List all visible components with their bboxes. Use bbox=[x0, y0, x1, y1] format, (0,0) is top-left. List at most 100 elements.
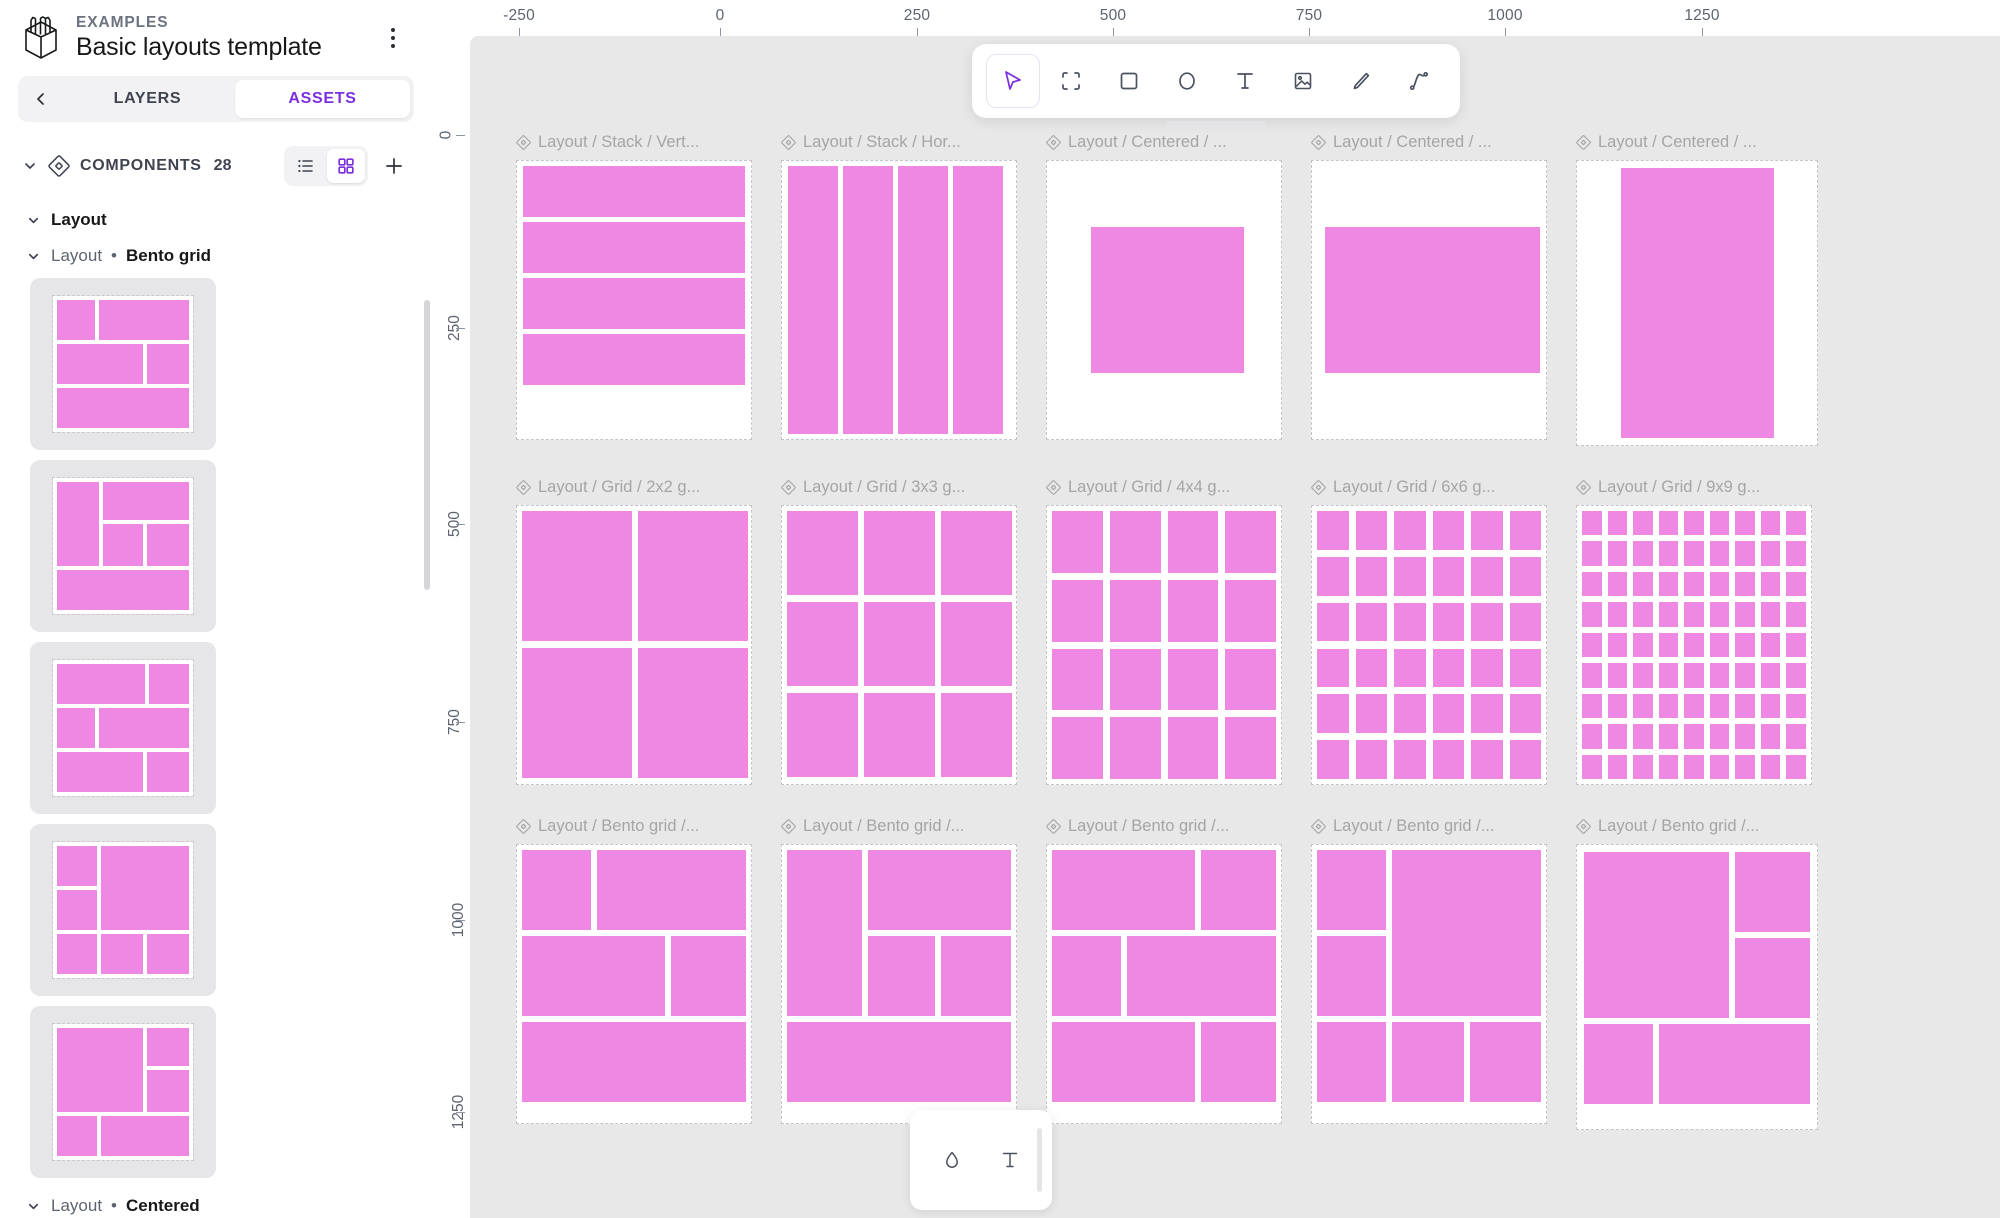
component-diamond-icon bbox=[1046, 134, 1061, 150]
move-tool[interactable] bbox=[986, 54, 1040, 108]
grid-cell bbox=[1709, 602, 1730, 627]
board-label-text: Layout / Bento grid /... bbox=[1333, 816, 1495, 835]
board-centered-square[interactable] bbox=[1046, 160, 1282, 440]
board-grid-4x4[interactable] bbox=[1046, 505, 1282, 785]
board-label-text: Layout / Grid / 2x2 g... bbox=[538, 477, 701, 496]
grid-cell bbox=[1582, 632, 1602, 658]
board-stack-horizontal[interactable] bbox=[781, 160, 1017, 440]
grid-cell bbox=[1509, 602, 1541, 642]
asset-group-layout[interactable]: Layout bbox=[0, 202, 432, 238]
board-bento-c[interactable] bbox=[1046, 844, 1282, 1124]
board-centered-tall[interactable] bbox=[1576, 160, 1818, 446]
asset-thumb-bento-grid-1[interactable] bbox=[30, 278, 216, 450]
tab-assets[interactable]: ASSETS bbox=[235, 80, 410, 118]
board-label-centered-tall[interactable]: Layout / Centered / ... bbox=[1576, 128, 1812, 156]
board-label-bento-c[interactable]: Layout / Bento grid /... bbox=[1046, 812, 1282, 840]
ellipse-tool[interactable] bbox=[1160, 54, 1214, 108]
text-tool[interactable] bbox=[1218, 54, 1272, 108]
color-droplet-icon[interactable] bbox=[940, 1148, 964, 1172]
board-label-grid-4x4[interactable]: Layout / Grid / 4x4 g... bbox=[1046, 473, 1282, 501]
file-header: EXAMPLES Basic layouts template bbox=[0, 0, 432, 72]
collapse-sidebar-button[interactable] bbox=[22, 80, 60, 118]
grid-cell bbox=[1582, 663, 1602, 688]
grid-cell bbox=[1709, 693, 1730, 719]
thumb-preview bbox=[52, 841, 194, 979]
canvas-viewport[interactable]: Layout / Stack / Vert... Layout / Stack … bbox=[470, 36, 2000, 1218]
grid-cell bbox=[1709, 511, 1730, 536]
chevron-down-icon[interactable] bbox=[22, 158, 38, 174]
board-label-centered-wide[interactable]: Layout / Centered / ... bbox=[1311, 128, 1547, 156]
board-label-centered-square[interactable]: Layout / Centered / ... bbox=[1046, 128, 1282, 156]
board-label-bento-d[interactable]: Layout / Bento grid /... bbox=[1311, 812, 1547, 840]
board-tool[interactable] bbox=[1044, 54, 1098, 108]
ruler-tick-label: 750 bbox=[1295, 7, 1323, 24]
list-view-icon[interactable] bbox=[287, 149, 325, 183]
libraries-scrollbar[interactable] bbox=[1037, 1128, 1042, 1192]
grid-cell bbox=[1225, 717, 1276, 779]
grid-cell bbox=[1633, 632, 1653, 658]
grid-cell bbox=[1633, 571, 1653, 597]
page-title: Basic layouts template bbox=[76, 33, 322, 61]
add-component-button[interactable] bbox=[374, 147, 414, 185]
project-name: EXAMPLES bbox=[76, 14, 169, 31]
grid-cell bbox=[1225, 511, 1276, 573]
pencil-tool[interactable] bbox=[1334, 54, 1388, 108]
asset-group-layout-bento-grid[interactable]: Layout • Bento grid bbox=[0, 238, 432, 274]
asset-thumb-bento-grid-5[interactable] bbox=[30, 1006, 216, 1178]
board-grid-6x6[interactable] bbox=[1311, 505, 1547, 785]
board-label-grid-6x6[interactable]: Layout / Grid / 6x6 g... bbox=[1311, 473, 1547, 501]
grid-view-icon[interactable] bbox=[327, 149, 365, 183]
board-label-bento-b[interactable]: Layout / Bento grid /... bbox=[781, 812, 1017, 840]
board-label-grid-3x3[interactable]: Layout / Grid / 3x3 g... bbox=[781, 473, 1017, 501]
grid-cell bbox=[1225, 579, 1276, 642]
board-grid-3x3[interactable] bbox=[781, 505, 1017, 785]
board-grid-9x9[interactable] bbox=[1576, 505, 1812, 785]
grid-cell bbox=[1684, 632, 1704, 658]
grid-cell bbox=[1225, 648, 1276, 711]
tab-layers[interactable]: LAYERS bbox=[60, 80, 235, 118]
board-label-text: Layout / Grid / 9x9 g... bbox=[1598, 477, 1761, 496]
board-label-bento-a[interactable]: Layout / Bento grid /... bbox=[516, 812, 752, 840]
rectangle-tool[interactable] bbox=[1102, 54, 1156, 108]
board-centered-wide[interactable] bbox=[1311, 160, 1547, 440]
grid-cell bbox=[1471, 740, 1503, 779]
components-section-header: COMPONENTS 28 bbox=[0, 122, 432, 202]
image-tool[interactable] bbox=[1276, 54, 1330, 108]
typography-t-icon[interactable] bbox=[998, 1148, 1022, 1172]
grid-cell bbox=[1760, 663, 1781, 688]
path-tool[interactable] bbox=[1392, 54, 1446, 108]
boards-container: Layout / Stack / Vert... Layout / Stack … bbox=[470, 36, 2000, 1218]
ruler-tick-label: 0 bbox=[715, 7, 725, 24]
component-diamond-icon bbox=[1311, 479, 1326, 495]
board-bento-b[interactable] bbox=[781, 844, 1017, 1124]
board-grid-2x2[interactable] bbox=[516, 505, 752, 785]
board-label-bento-e[interactable]: Layout / Bento grid /... bbox=[1576, 812, 1812, 840]
horizontal-ruler[interactable]: -250 0 250 500 750 1000 1250 bbox=[432, 0, 2000, 37]
grid-cell bbox=[1735, 511, 1755, 536]
board-stack-vertical[interactable] bbox=[516, 160, 752, 440]
board-bento-e[interactable] bbox=[1576, 844, 1818, 1130]
asset-thumb-bento-grid-3[interactable] bbox=[30, 642, 216, 814]
board-bento-a[interactable] bbox=[516, 844, 752, 1124]
vertical-ruler[interactable]: 0 250 500 750 1000 1250 bbox=[432, 0, 468, 1218]
text-t-icon bbox=[1237, 73, 1253, 89]
asset-thumb-bento-grid-4[interactable] bbox=[30, 824, 216, 996]
board-label-stack-vertical[interactable]: Layout / Stack / Vert... bbox=[516, 128, 752, 156]
board-label-grid-2x2[interactable]: Layout / Grid / 2x2 g... bbox=[516, 473, 752, 501]
ruler-tick-label: 250 bbox=[903, 7, 931, 24]
grid-cell bbox=[1760, 511, 1781, 536]
kebab-menu-icon[interactable] bbox=[378, 21, 408, 55]
asset-group-layout-centered[interactable]: Layout • Centered bbox=[0, 1188, 432, 1218]
grid-cell bbox=[1658, 632, 1679, 658]
grid-cell bbox=[1633, 511, 1653, 536]
board-bento-d[interactable] bbox=[1311, 844, 1547, 1124]
board-label-grid-9x9[interactable]: Layout / Grid / 9x9 g... bbox=[1576, 473, 1812, 501]
grid-cell bbox=[1709, 663, 1730, 688]
grid-cell bbox=[1607, 632, 1628, 658]
asset-thumb-bento-grid-2[interactable] bbox=[30, 460, 216, 632]
grid-cell bbox=[1786, 693, 1806, 719]
grid-cell bbox=[1355, 511, 1387, 550]
toolbar-drag-handle[interactable] bbox=[1166, 121, 1266, 126]
sidebar-scrollbar[interactable] bbox=[424, 300, 430, 590]
board-label-stack-horizontal[interactable]: Layout / Stack / Hor... bbox=[781, 128, 1017, 156]
